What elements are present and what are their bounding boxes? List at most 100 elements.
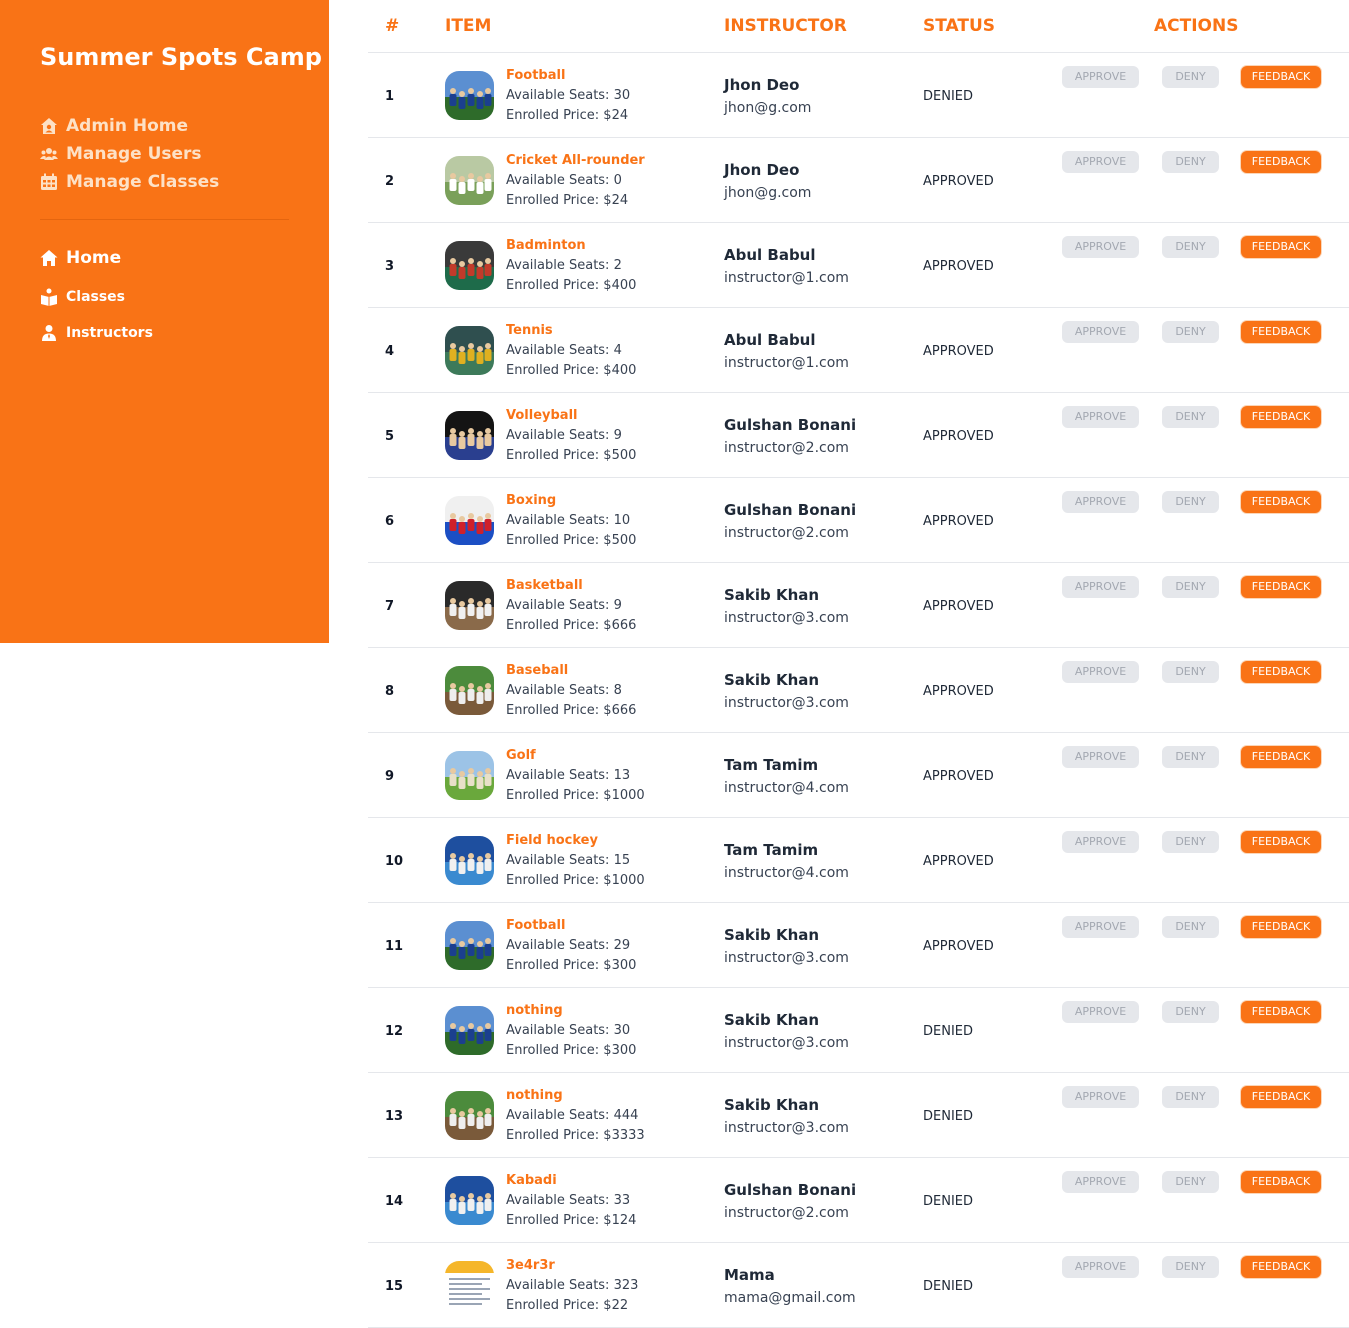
- enrolled-price: Enrolled Price: $1000: [506, 873, 645, 888]
- feedback-button[interactable]: FEEDBACK: [1241, 151, 1321, 173]
- enrolled-price: Enrolled Price: $500: [506, 448, 636, 463]
- feedback-button[interactable]: FEEDBACK: [1241, 1256, 1321, 1278]
- available-seats: Available Seats: 10: [506, 513, 630, 528]
- feedback-button[interactable]: FEEDBACK: [1241, 406, 1321, 428]
- status-text: DENIED: [923, 1024, 974, 1039]
- nav-manage-users[interactable]: Manage Users: [40, 144, 202, 164]
- feedback-button[interactable]: FEEDBACK: [1241, 1001, 1321, 1023]
- enrolled-price: Enrolled Price: $400: [506, 278, 636, 293]
- nav-admin-home[interactable]: Admin Home: [40, 116, 188, 136]
- instructor-email: jhon@g.com: [724, 100, 812, 116]
- nav-classes[interactable]: Classes: [40, 288, 125, 306]
- enrolled-price: Enrolled Price: $22: [506, 1298, 628, 1313]
- deny-button: DENY: [1162, 1256, 1219, 1278]
- table-row: 7 Basketball Available Seats: 9 Enrolled Pr…: [368, 563, 1349, 648]
- available-seats-label: Available Seats:: [506, 343, 614, 358]
- available-seats: Available Seats: 9: [506, 428, 622, 443]
- enrolled-price-label: Enrolled Price: $: [506, 703, 612, 718]
- enrolled-price-label: Enrolled Price: $: [506, 193, 612, 208]
- available-seats: Available Seats: 13: [506, 768, 630, 783]
- enrolled-price-label: Enrolled Price: $: [506, 278, 612, 293]
- feedback-button[interactable]: FEEDBACK: [1241, 236, 1321, 258]
- enrolled-price: Enrolled Price: $300: [506, 958, 636, 973]
- users-icon: [40, 148, 58, 160]
- feedback-button[interactable]: FEEDBACK: [1241, 66, 1321, 88]
- boxing-thumbnail: [445, 496, 494, 545]
- enrolled-price-value: 24: [611, 193, 629, 208]
- nav-instructors[interactable]: Instructors: [40, 324, 153, 342]
- class-image: [445, 1091, 494, 1140]
- deny-button: DENY: [1162, 491, 1219, 513]
- enrolled-price: Enrolled Price: $1000: [506, 788, 645, 803]
- class-image: [445, 836, 494, 885]
- nav-classes-label: Classes: [66, 289, 126, 305]
- approve-button: APPROVE: [1062, 746, 1139, 768]
- table-row: 10 Field hockey Available Seats: 15 Enrolle…: [368, 818, 1349, 903]
- table-row: 6 Boxing Available Seats: 10 Enrolled Price…: [368, 478, 1349, 563]
- nav-home[interactable]: Home: [40, 248, 121, 268]
- instructor-email: instructor@2.com: [724, 525, 849, 541]
- status-text: APPROVED: [923, 939, 994, 954]
- feedback-button[interactable]: FEEDBACK: [1241, 1086, 1321, 1108]
- instructor-email: instructor@3.com: [724, 950, 849, 966]
- feedback-button[interactable]: FEEDBACK: [1241, 831, 1321, 853]
- approve-button: APPROVE: [1062, 66, 1139, 88]
- table-body: 1 Football Available Seats: 30 Enrolled Pri…: [368, 53, 1349, 1328]
- class-image: [445, 751, 494, 800]
- enrolled-price: Enrolled Price: $666: [506, 703, 636, 718]
- row-number: 3: [385, 259, 395, 274]
- available-seats-label: Available Seats:: [506, 598, 614, 613]
- available-seats-value: 30: [613, 88, 631, 103]
- class-image: [445, 156, 494, 205]
- row-number: 4: [385, 344, 395, 359]
- enrolled-price-value: 666: [611, 618, 637, 633]
- instructor-name: Jhon Deo: [724, 161, 800, 179]
- home-icon: [40, 250, 58, 266]
- feedback-button[interactable]: FEEDBACK: [1241, 916, 1321, 938]
- enrolled-price-label: Enrolled Price: $: [506, 958, 612, 973]
- deny-button: DENY: [1162, 1171, 1219, 1193]
- available-seats: Available Seats: 9: [506, 598, 622, 613]
- deny-button: DENY: [1162, 661, 1219, 683]
- enrolled-price-value: 400: [611, 363, 637, 378]
- nav-instructors-label: Instructors: [66, 325, 153, 341]
- deny-button: DENY: [1162, 576, 1219, 598]
- feedback-button[interactable]: FEEDBACK: [1241, 576, 1321, 598]
- class-name: Cricket All-rounder: [506, 153, 645, 168]
- enrolled-price-label: Enrolled Price: $: [506, 1298, 612, 1313]
- table-row: 12 nothing Available Seats: 30 Enrolled Pri…: [368, 988, 1349, 1073]
- table-row: 8 Baseball Available Seats: 8 Enrolled Pric…: [368, 648, 1349, 733]
- enrolled-price-value: 300: [611, 958, 637, 973]
- available-seats-label: Available Seats:: [506, 853, 614, 868]
- available-seats-value: 13: [613, 768, 631, 783]
- field-hockey-thumbnail: [445, 836, 494, 885]
- approve-button: APPROVE: [1062, 1171, 1139, 1193]
- feedback-button[interactable]: FEEDBACK: [1241, 1171, 1321, 1193]
- approve-button: APPROVE: [1062, 661, 1139, 683]
- feedback-button[interactable]: FEEDBACK: [1241, 746, 1321, 768]
- class-name: Football: [506, 918, 566, 933]
- available-seats-label: Available Seats:: [506, 173, 614, 188]
- header-number: #: [385, 16, 400, 36]
- approve-button: APPROVE: [1062, 406, 1139, 428]
- available-seats: Available Seats: 323: [506, 1278, 638, 1293]
- nav-manage-classes[interactable]: Manage Classes: [40, 172, 219, 192]
- available-seats: Available Seats: 15: [506, 853, 630, 868]
- instructor-name: Sakib Khan: [724, 1011, 820, 1029]
- feedback-button[interactable]: FEEDBACK: [1241, 491, 1321, 513]
- deny-button: DENY: [1162, 406, 1219, 428]
- enrolled-price: Enrolled Price: $124: [506, 1213, 636, 1228]
- available-seats-label: Available Seats:: [506, 683, 614, 698]
- feedback-button[interactable]: FEEDBACK: [1241, 321, 1321, 343]
- header-status: STATUS: [923, 16, 996, 36]
- approve-button: APPROVE: [1062, 1086, 1139, 1108]
- available-seats-label: Available Seats:: [506, 1108, 614, 1123]
- baseball-thumbnail: [445, 1091, 494, 1140]
- class-image: [445, 411, 494, 460]
- instructor-name: Sakib Khan: [724, 1096, 820, 1114]
- class-image: [445, 71, 494, 120]
- status-text: APPROVED: [923, 514, 994, 529]
- approve-button: APPROVE: [1062, 491, 1139, 513]
- feedback-button[interactable]: FEEDBACK: [1241, 661, 1321, 683]
- instructor-email: instructor@3.com: [724, 1120, 849, 1136]
